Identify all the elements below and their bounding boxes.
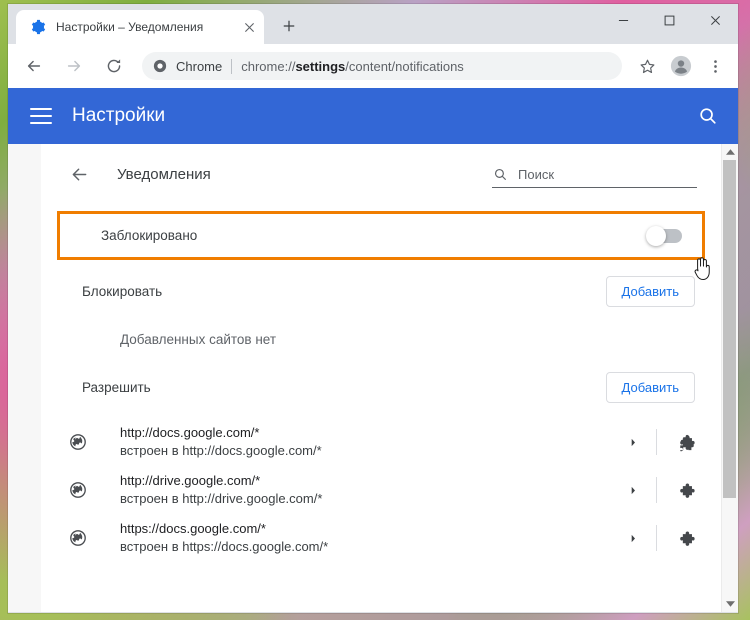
forward-icon[interactable] — [59, 51, 89, 81]
row-divider — [656, 477, 657, 503]
settings-card: Уведомления Поиск Заблокировано Блокиров… — [41, 144, 721, 612]
new-tab-button[interactable] — [276, 13, 302, 39]
site-url: https://docs.google.com/* — [120, 521, 266, 537]
section-title-block: Блокировать — [82, 283, 163, 299]
settings-header-bar: Настройки — [8, 88, 738, 144]
puzzle-icon — [675, 432, 695, 452]
globe-icon — [69, 433, 87, 451]
toggle-knob — [646, 225, 666, 246]
left-gutter — [8, 144, 41, 612]
omnibox-scheme-chip: Chrome — [176, 58, 223, 74]
page-title: Уведомления — [117, 165, 211, 183]
blocked-toggle-row[interactable]: Заблокировано — [57, 211, 705, 260]
scroll-down-arrow-icon[interactable] — [722, 596, 738, 612]
reload-icon[interactable] — [99, 51, 129, 81]
row-divider — [656, 525, 657, 551]
site-list-item[interactable]: https://docs.google.com/* встроен в http… — [41, 514, 721, 562]
chevron-right-icon[interactable] — [622, 479, 644, 501]
site-embedded-note: встроен в http://drive.google.com/* — [120, 491, 323, 506]
add-button-allow[interactable]: Добавить — [605, 371, 695, 403]
site-list-item[interactable]: http://docs.google.com/* встроен в http:… — [41, 418, 721, 466]
tab-strip: Настройки – Уведомления — [8, 4, 738, 44]
settings-search-box[interactable]: Поиск — [492, 166, 697, 188]
maximize-icon[interactable] — [646, 4, 692, 36]
address-bar[interactable]: Chrome chrome://settings/content/notific… — [142, 52, 622, 80]
scroll-up-arrow-icon[interactable] — [722, 144, 738, 160]
browser-tab-settings[interactable]: Настройки – Уведомления — [16, 10, 264, 44]
globe-icon — [69, 481, 87, 499]
chevron-right-icon[interactable] — [622, 527, 644, 549]
search-icon[interactable] — [696, 104, 720, 128]
chevron-right-icon[interactable] — [622, 431, 644, 453]
puzzle-icon — [675, 528, 695, 548]
omnibox-divider — [231, 58, 233, 74]
omnibox-url-suffix: /content/notifications — [345, 58, 464, 74]
hamburger-icon[interactable] — [30, 108, 52, 124]
section-title-allow: Разрешить — [82, 379, 151, 395]
site-embedded-note: встроен в http://docs.google.com/* — [120, 443, 322, 458]
close-window-icon[interactable] — [692, 4, 738, 36]
blocked-toggle-switch[interactable] — [646, 225, 682, 246]
chrome-browser-window: Настройки – Уведомления Chrome chrome://… — [8, 4, 738, 613]
settings-title: Настройки — [72, 105, 166, 126]
puzzle-icon — [675, 480, 695, 500]
three-dots-icon[interactable] — [701, 52, 729, 80]
globe-icon — [69, 529, 87, 547]
section-header-allow: Разрешить Добавить — [41, 356, 721, 418]
omnibox-url-prefix: chrome:// — [241, 58, 296, 74]
tab-title: Настройки – Уведомления — [56, 20, 204, 34]
empty-sites-note: Добавленных сайтов нет — [120, 331, 277, 347]
search-input[interactable]: Поиск — [518, 167, 554, 182]
browser-toolbar: Chrome chrome://settings/content/notific… — [8, 44, 738, 88]
settings-content-area: Уведомления Поиск Заблокировано Блокиров… — [8, 144, 738, 612]
blocked-toggle-label: Заблокировано — [101, 228, 198, 243]
back-icon[interactable] — [19, 51, 49, 81]
row-divider — [656, 429, 657, 455]
vertical-scrollbar[interactable] — [721, 144, 738, 612]
close-icon[interactable] — [238, 16, 260, 38]
site-text-block: http://drive.google.com/* встроен в http… — [120, 472, 622, 508]
site-list-item[interactable]: http://drive.google.com/* встроен в http… — [41, 466, 721, 514]
search-icon — [492, 166, 508, 182]
page-header-row: Уведомления Поиск — [41, 144, 721, 204]
star-icon[interactable] — [633, 52, 661, 80]
section-header-block: Блокировать Добавить — [41, 260, 721, 322]
window-controls — [600, 4, 738, 36]
add-button-block[interactable]: Добавить — [605, 275, 695, 307]
site-embedded-note: встроен в https://docs.google.com/* — [120, 539, 329, 554]
site-text-block: http://docs.google.com/* встроен в http:… — [120, 424, 622, 460]
omnibox-url-emphasis: settings — [295, 58, 346, 74]
gear-icon — [30, 19, 46, 35]
back-arrow-icon[interactable] — [67, 162, 91, 186]
scrollbar-thumb[interactable] — [723, 160, 736, 498]
omnibox-url: chrome://settings/content/notifications — [241, 59, 464, 74]
avatar[interactable] — [667, 52, 695, 80]
chrome-logo-icon — [152, 58, 168, 74]
site-text-block: https://docs.google.com/* встроен в http… — [120, 520, 622, 556]
minimize-icon[interactable] — [600, 4, 646, 36]
site-url: http://drive.google.com/* — [120, 473, 261, 489]
site-url: http://docs.google.com/* — [120, 425, 260, 441]
